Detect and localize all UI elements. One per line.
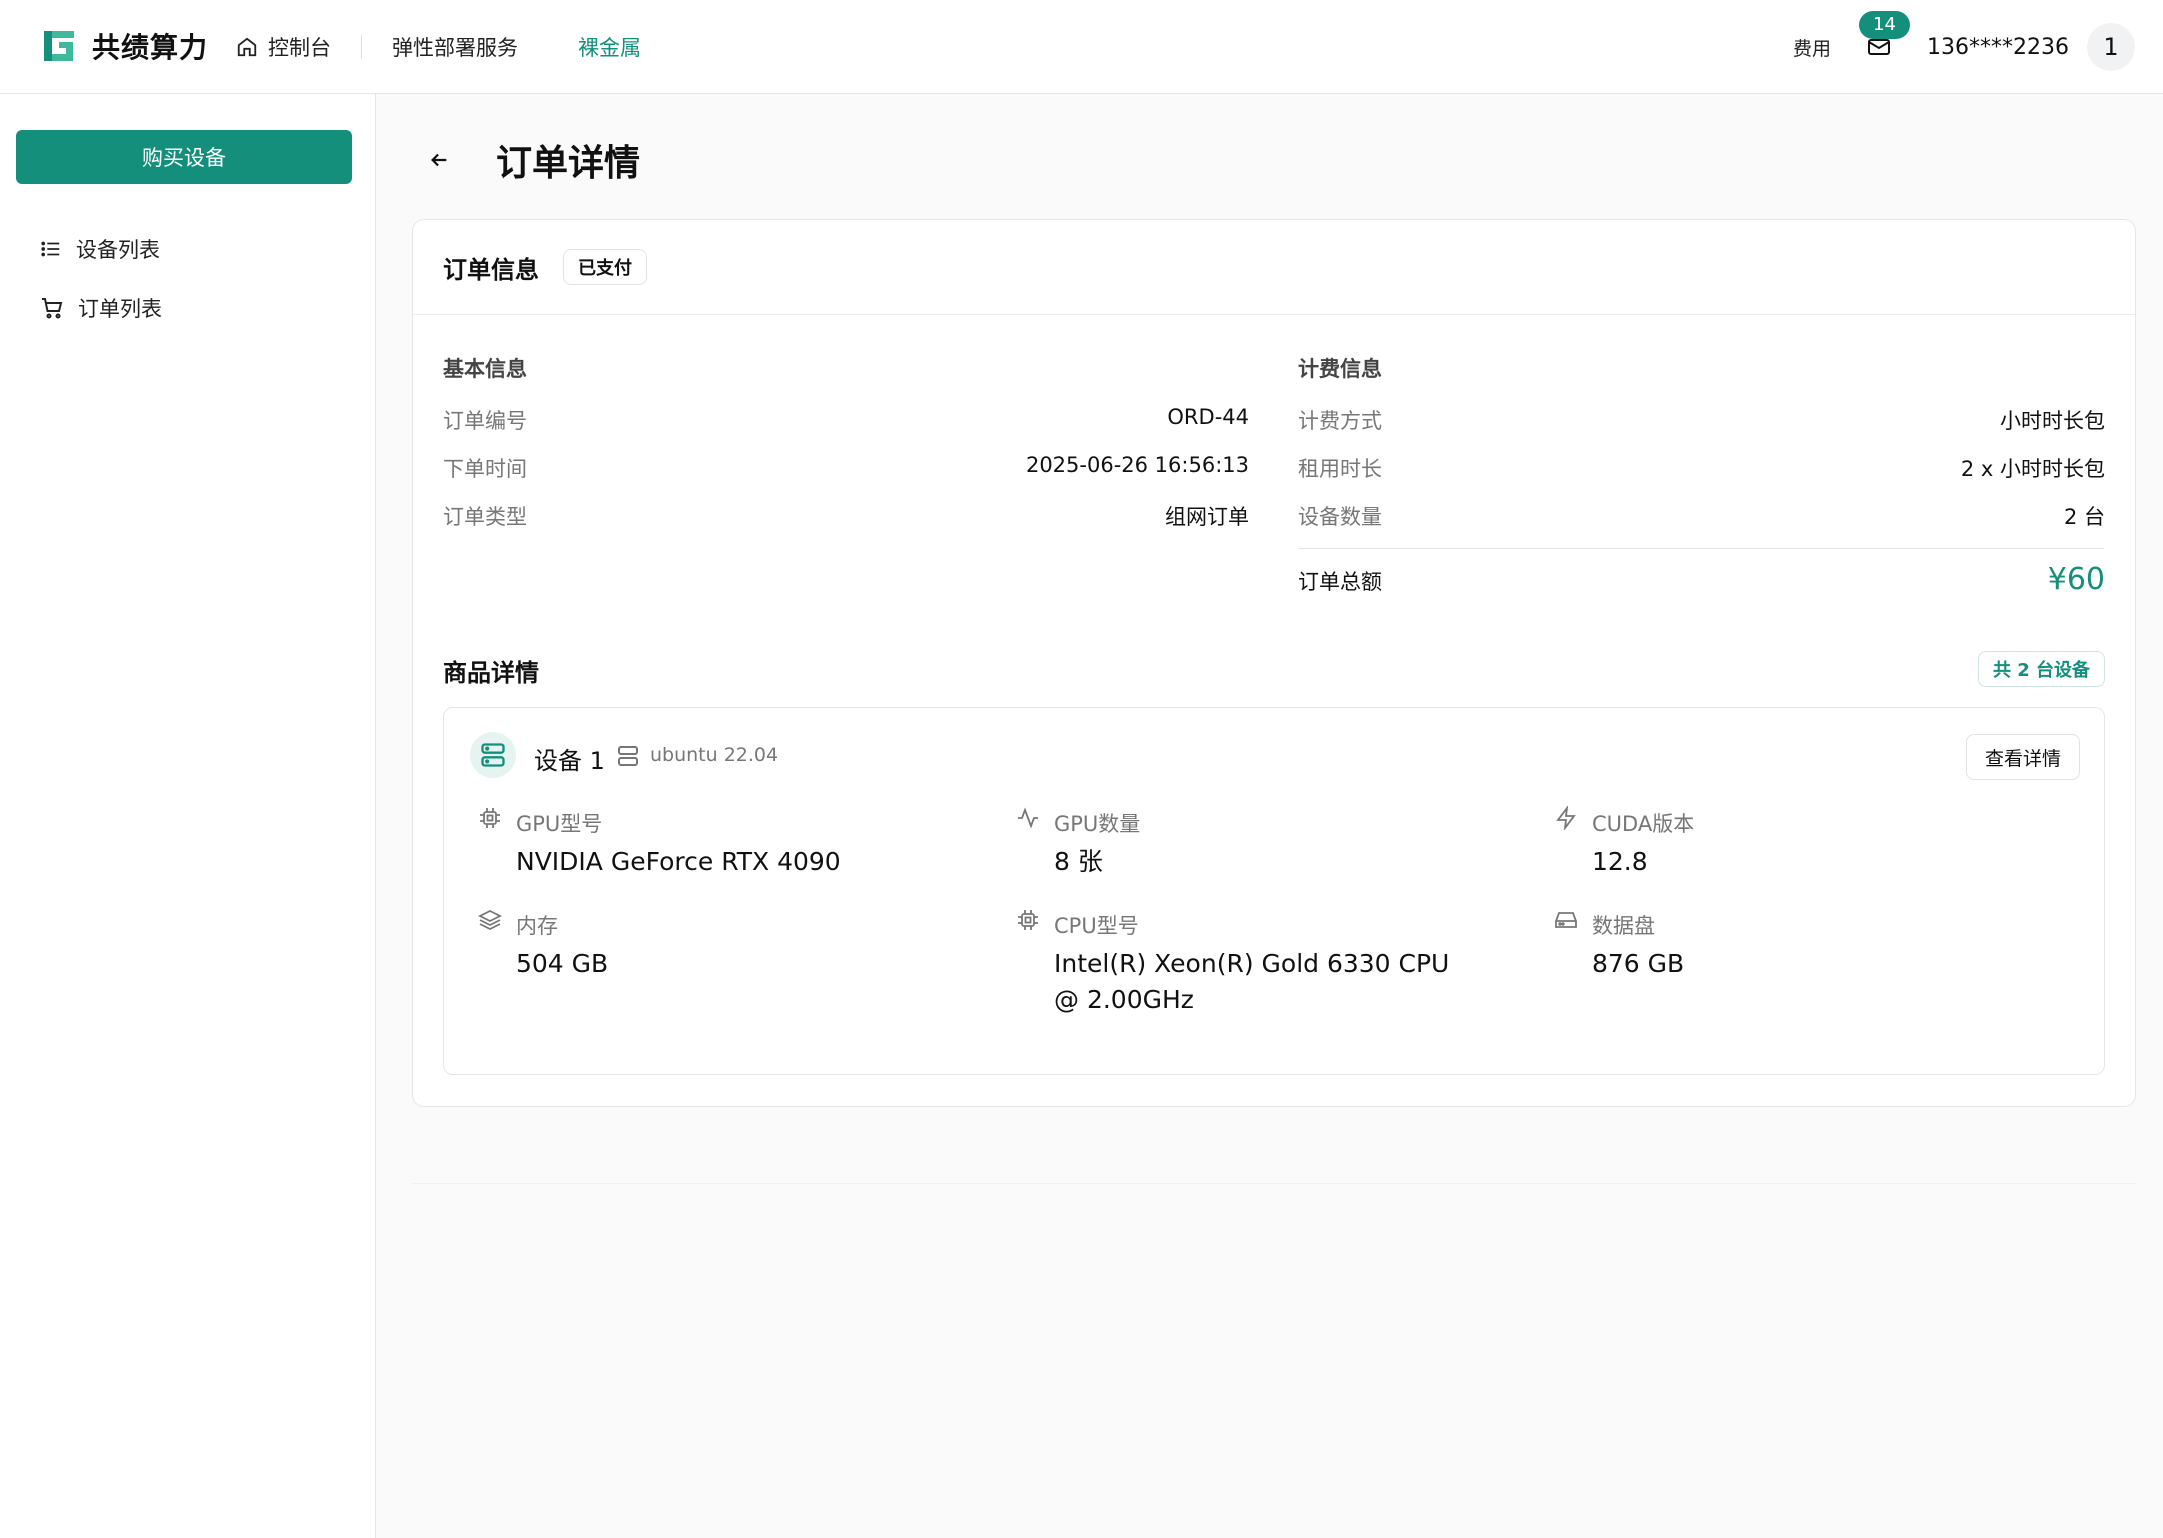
cart-icon <box>42 298 63 319</box>
device-count-label: 设备数量 <box>1298 505 1382 529</box>
order-time-label: 下单时间 <box>443 457 527 481</box>
mail-button[interactable]: 14 <box>1859 11 1910 61</box>
nav-console[interactable]: 控制台 <box>236 0 361 94</box>
order-card-header: 订单信息 已支付 <box>413 220 2135 315</box>
cuda-version-label: CUDA版本 <box>1592 812 1695 836</box>
buy-device-button[interactable]: 购买设备 <box>16 130 352 184</box>
memory-value: 504 GB <box>516 949 609 978</box>
nav-elastic-label: 弹性部署服务 <box>392 36 518 60</box>
activity-icon <box>1018 807 1038 829</box>
goods-detail-title: 商品详情 <box>443 659 539 687</box>
cpu-model-value: Intel(R) Xeon(R) Gold 6330 CPU @ 2.00GHz <box>1054 949 1450 1014</box>
billing-info-title: 计费信息 <box>1298 357 1382 381</box>
list-icon <box>41 241 60 257</box>
top-bar: 共绩算力 控制台 弹性部署服务 裸金属 费用 14 136****2236 1 <box>0 0 2163 94</box>
back-button[interactable] <box>426 147 452 173</box>
cuda-version-value: 12.8 <box>1592 847 1648 876</box>
page-header: 订单详情 <box>426 134 640 186</box>
data-disk-label: 数据盘 <box>1592 914 1655 938</box>
sidebar: 购买设备 设备列表 订单列表 <box>0 94 376 1538</box>
device-os: ubuntu 22.04 <box>650 744 779 766</box>
user-menu[interactable]: 136****2236 1 <box>1927 23 2135 71</box>
disk-icon <box>1555 912 1577 928</box>
nav-elastic[interactable]: 弹性部署服务 <box>362 0 548 94</box>
device-card: 设备 1 ubuntu 22.04 查看详情 GPU型号 NVIDIA GeFo… <box>443 707 2105 1075</box>
cpu-model-label: CPU型号 <box>1054 914 1139 938</box>
avatar[interactable]: 1 <box>2087 23 2135 71</box>
order-card: 订单信息 已支付 基本信息 订单编号 ORD-44 下单时间 2025-06-2… <box>412 219 2136 1107</box>
brand-logo-icon <box>44 31 74 61</box>
sidebar-item-device-list[interactable]: 设备列表 <box>40 234 160 264</box>
rent-duration-label: 租用时长 <box>1298 457 1382 481</box>
order-type-value: 组网订单 <box>1165 505 1249 529</box>
bolt-icon <box>1556 806 1576 830</box>
sidebar-item-order-list[interactable]: 订单列表 <box>40 293 162 323</box>
content-divider <box>412 1183 2136 1184</box>
page-title: 订单详情 <box>496 143 641 184</box>
brand-name: 共绩算力 <box>92 31 209 64</box>
billing-method-label: 计费方式 <box>1298 409 1382 433</box>
nav-bare-metal-label: 裸金属 <box>578 36 641 60</box>
home-icon <box>237 37 257 57</box>
status-badge: 已支付 <box>563 249 647 285</box>
gpu-count-value: 8 张 <box>1054 847 1103 876</box>
server-icon <box>470 732 516 778</box>
billing-method-value: 小时时长包 <box>2000 409 2105 433</box>
layers-icon <box>478 909 502 931</box>
device-total-badge: 共 2 台设备 <box>1977 651 2105 687</box>
sidebar-item-label: 订单列表 <box>78 297 162 321</box>
device-name: 设备 1 <box>534 747 605 775</box>
view-detail-button[interactable]: 查看详情 <box>1965 734 2080 780</box>
order-type-label: 订单类型 <box>443 505 527 529</box>
sidebar-item-label: 设备列表 <box>76 238 160 262</box>
memory-label: 内存 <box>516 914 558 938</box>
mail-count-badge: 14 <box>1859 11 1910 39</box>
order-total-value: ¥60 <box>2047 562 2105 597</box>
gpu-model-label: GPU型号 <box>516 812 603 836</box>
order-info-title: 订单信息 <box>443 255 539 284</box>
user-phone: 136****2236 <box>1927 34 2069 60</box>
rent-duration-value: 2 x 小时时长包 <box>1960 457 2105 481</box>
order-total-label: 订单总额 <box>1298 570 1382 594</box>
chip-icon <box>480 808 500 828</box>
order-time-value: 2025-06-26 16:56:13 <box>1025 453 1249 477</box>
nav-console-label: 控制台 <box>268 36 331 60</box>
nav-bare-metal[interactable]: 裸金属 <box>548 0 671 94</box>
order-number-value: ORD-44 <box>1167 405 1249 429</box>
gpu-model-value: NVIDIA GeForce RTX 4090 <box>516 847 841 876</box>
cpu-icon <box>1018 910 1038 930</box>
main-nav: 控制台 弹性部署服务 裸金属 <box>236 0 671 94</box>
fee-link[interactable]: 费用 <box>1793 34 1831 61</box>
basic-info-title: 基本信息 <box>443 357 527 381</box>
os-icon <box>618 746 638 766</box>
order-number-label: 订单编号 <box>443 409 527 433</box>
billing-divider <box>1298 548 2104 549</box>
arrow-left-icon <box>431 153 447 167</box>
data-disk-value: 876 GB <box>1592 949 1685 978</box>
gpu-count-label: GPU数量 <box>1054 812 1141 836</box>
brand-logo[interactable]: 共绩算力 <box>40 26 208 66</box>
header-tools: 费用 14 136****2236 1 <box>1793 0 2135 94</box>
device-count-value: 2 台 <box>2063 505 2105 529</box>
